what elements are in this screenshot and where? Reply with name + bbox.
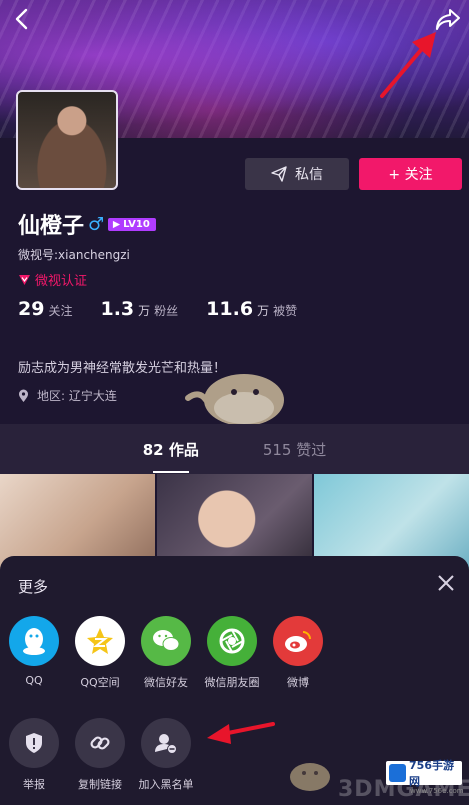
verified-text: 微视认证 [35,274,88,289]
stat-unit: 万 [138,304,151,318]
watermark-badge-sub: www.756e.com [410,787,464,795]
location-pin-icon [19,389,28,402]
share-label: 微信好友 [144,676,188,689]
share-label: 微博 [287,676,309,689]
report-action[interactable]: 举报 [2,718,66,792]
share-moments[interactable]: 微信朋友圈 [200,616,264,690]
message-button[interactable]: 私信 [245,158,349,190]
follow-button[interactable]: + 关注 [359,158,462,190]
weishi-id: 微视号:xianchengzi [18,248,130,262]
stat-number: 11.6 [206,298,254,320]
moments-icon [207,616,257,666]
share-label: QQ空间 [80,676,120,689]
annotation-arrow-icon [380,32,436,98]
location-text: 地区: 辽宁大连 [37,389,117,403]
location-row: 地区: 辽宁大连 [18,387,117,404]
content-tabs: 82 作品 515 赞过 [0,424,469,474]
share-qq[interactable]: QQ [2,616,66,690]
stat-label: 被赞 [273,304,298,318]
report-shield-icon [9,718,59,768]
close-icon[interactable] [435,572,457,594]
qzone-icon [75,616,125,666]
message-label: 私信 [295,167,323,183]
action-label: 复制链接 [78,778,122,791]
watermark-badge: 756手游网 [386,759,462,788]
share-label: 微信朋友圈 [204,676,260,689]
watermark-badge-text: 756手游网 [409,759,454,788]
stats-row: 29 关注 1.3 万 粉丝 11.6 万 被赞 [18,298,325,320]
stat-label: 粉丝 [154,304,179,318]
mascot-watermark [185,374,284,426]
share-label: QQ [25,674,43,687]
play-triangle-icon [113,220,121,228]
avatar[interactable] [16,90,118,190]
stat-number: 29 [18,298,45,320]
block-user-icon [141,718,191,768]
blacklist-action[interactable]: 加入黑名单 [134,718,198,792]
wechat-icon [141,616,191,666]
username: 仙橙子 [18,214,85,239]
sheet-title: 更多 [18,578,49,596]
action-label: 加入黑名单 [138,778,194,791]
stat-number: 1.3 [100,298,135,320]
share-wechat[interactable]: 微信好友 [134,616,198,690]
annotation-arrow-icon [207,722,275,744]
tab-liked[interactable]: 515 赞过 [261,439,328,460]
copy-link-action[interactable]: 复制链接 [68,718,132,792]
verified-badge: 微视认证 [18,270,87,289]
level-badge-text: LV10 [123,218,150,230]
qq-icon [9,616,59,666]
name-row: 仙橙子 ♂ LV10 [18,208,156,240]
stat-fans[interactable]: 1.3 万 粉丝 [100,298,178,320]
tab-works[interactable]: 82 作品 [141,439,201,473]
share-weibo[interactable]: 微博 [266,616,330,690]
link-icon [75,718,125,768]
stat-unit: 万 [257,304,270,318]
back-arrow-icon[interactable] [8,4,38,34]
share-row: QQ QQ空间 微信好友 微信朋友圈 微博 [0,616,469,690]
level-badge: LV10 [108,217,156,231]
stat-label: 关注 [48,304,73,318]
verified-heart-icon [19,274,30,285]
share-qzone[interactable]: QQ空间 [68,616,132,690]
watermark-logo-icon [389,764,407,782]
follow-label: + 关注 [388,167,433,183]
weibo-icon [273,616,323,666]
stat-following[interactable]: 29 关注 [18,298,72,320]
action-label: 举报 [23,778,45,791]
send-plane-icon [271,166,287,182]
stat-likes[interactable]: 11.6 万 被赞 [206,298,297,320]
gender-male-icon: ♂ [88,213,105,235]
